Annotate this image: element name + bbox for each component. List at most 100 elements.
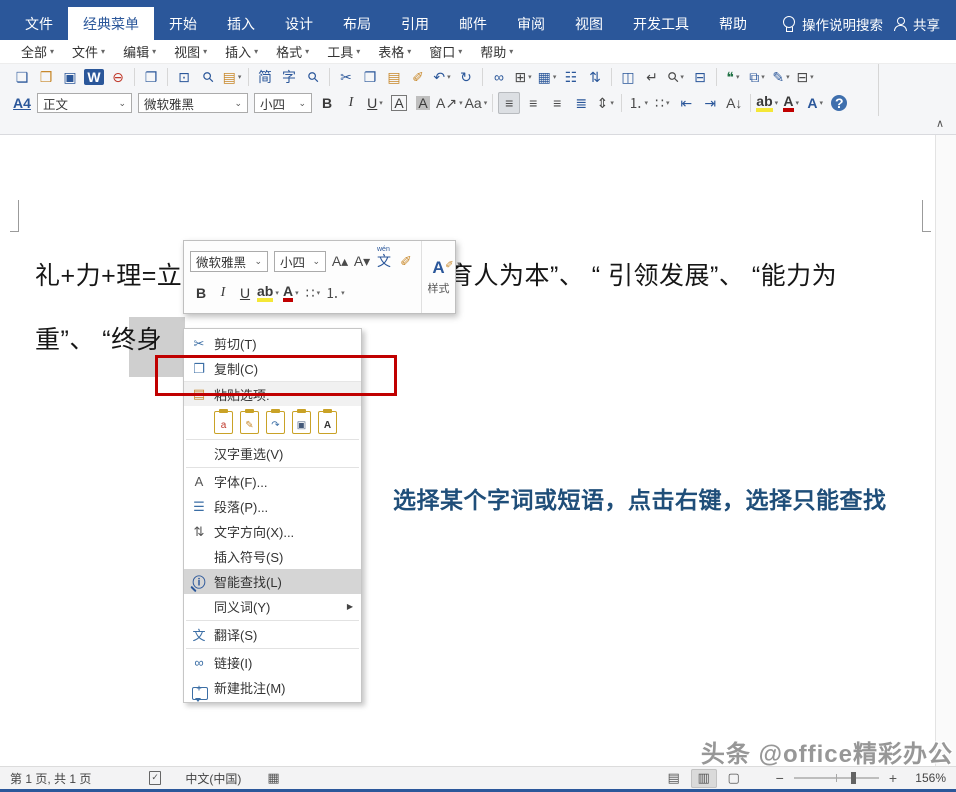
- tab-file[interactable]: 文件: [10, 7, 68, 40]
- zoom-slider-thumb[interactable]: [851, 772, 856, 784]
- paste-button[interactable]: ▤: [383, 66, 405, 88]
- text-direction-button[interactable]: ⇅: [584, 66, 606, 88]
- menu-format[interactable]: 格式▾: [267, 40, 318, 63]
- tab-design[interactable]: 设计: [270, 7, 328, 40]
- menu-item-smart-lookup[interactable]: ⓘ智能查找(L): [184, 569, 361, 594]
- spell-check-button[interactable]: 字: [278, 66, 300, 88]
- new-document-button[interactable]: ❏: [11, 66, 33, 88]
- menu-view[interactable]: 视图▾: [165, 40, 216, 63]
- zoom-level[interactable]: 156%: [902, 771, 946, 785]
- format-painter-button[interactable]: ✐: [407, 66, 429, 88]
- tab-classic-menu[interactable]: 经典菜单: [68, 7, 154, 40]
- decrease-indent-button[interactable]: ⇤: [675, 92, 697, 114]
- table-button[interactable]: ▦▾: [536, 66, 558, 88]
- increase-indent-button[interactable]: ⇥: [699, 92, 721, 114]
- bullets-button[interactable]: ∷▾: [303, 283, 323, 303]
- print-preview-button[interactable]: ⚲: [197, 66, 219, 88]
- font-size-select[interactable]: 小四 ⌄: [254, 93, 312, 113]
- paste-text-only[interactable]: A: [318, 411, 337, 434]
- menu-item-new-comment[interactable]: +新建批注(M): [184, 675, 361, 700]
- char-effects-button[interactable]: A▾: [804, 92, 826, 114]
- close-document-button[interactable]: ⊖: [107, 66, 129, 88]
- menu-item-translate[interactable]: 文翻译(S): [184, 622, 361, 647]
- tab-references[interactable]: 引用: [386, 7, 444, 40]
- menu-all[interactable]: 全部▾: [12, 40, 63, 63]
- zoom-in-button[interactable]: +: [884, 770, 902, 786]
- mini-font-size-select[interactable]: 小四 ⌄: [274, 251, 326, 272]
- menu-item-copy[interactable]: ❐复制(C): [184, 356, 361, 381]
- style-select[interactable]: 正文 ⌄: [37, 93, 132, 113]
- word-document-button[interactable]: W: [83, 66, 105, 88]
- paste-keep-source-formatting[interactable]: a: [214, 411, 233, 434]
- find-button[interactable]: ⚲: [302, 66, 324, 88]
- font-color-button[interactable]: A▾: [281, 283, 301, 303]
- menu-item-insert-symbol[interactable]: 插入符号(S): [184, 544, 361, 569]
- highlight-button[interactable]: ab▾: [756, 92, 778, 114]
- tab-insert[interactable]: 插入: [212, 7, 270, 40]
- undo-button[interactable]: ↶▾: [431, 66, 453, 88]
- nav-pane-button[interactable]: ◫: [617, 66, 639, 88]
- styles-gallery-button[interactable]: A4: [11, 92, 33, 114]
- menu-window[interactable]: 窗口▾: [420, 40, 471, 63]
- menu-item-text-direction[interactable]: ⇅文字方向(X)...: [184, 519, 361, 544]
- char-scale-button[interactable]: A↗▾: [436, 92, 463, 114]
- collapse-ribbon-button[interactable]: ∧: [936, 117, 944, 130]
- sort-button[interactable]: A↓: [723, 92, 745, 114]
- save-button[interactable]: ▣: [59, 66, 81, 88]
- new-comment-button[interactable]: ❝▾: [722, 66, 744, 88]
- tab-layout[interactable]: 布局: [328, 7, 386, 40]
- menu-insert[interactable]: 插入▾: [216, 40, 267, 63]
- cjk-convert-button[interactable]: 简: [254, 66, 276, 88]
- hyperlink-globe-button[interactable]: ∞: [488, 66, 510, 88]
- page-count-status[interactable]: 第 1 页, 共 1 页: [10, 770, 91, 787]
- menu-file[interactable]: 文件▾: [63, 40, 114, 63]
- menu-item-hanzi-reselect[interactable]: 汉字重选(V): [184, 441, 361, 466]
- redo-button[interactable]: ↻: [455, 66, 477, 88]
- cross-reference-button[interactable]: ↵: [641, 66, 663, 88]
- edit-document-button[interactable]: ✎▾: [770, 66, 792, 88]
- menu-item-synonyms[interactable]: 同义词(Y)▶: [184, 594, 361, 619]
- distribute-button[interactable]: ≣: [570, 92, 592, 114]
- menu-item-paragraph[interactable]: ☰段落(P)...: [184, 494, 361, 519]
- bold-button[interactable]: B: [316, 92, 338, 114]
- font-color-button[interactable]: A▾: [780, 92, 802, 114]
- tab-review[interactable]: 审阅: [502, 7, 560, 40]
- paste-picture[interactable]: ▣: [292, 411, 311, 434]
- align-left-button[interactable]: ≡: [498, 92, 520, 114]
- line-spacing-button[interactable]: ⇕▾: [594, 92, 616, 114]
- tab-home[interactable]: 开始: [154, 7, 212, 40]
- menu-tools[interactable]: 工具▾: [318, 40, 369, 63]
- vertical-scrollbar[interactable]: [935, 134, 956, 766]
- bold-button[interactable]: B: [191, 283, 211, 303]
- char-border-button[interactable]: A: [388, 92, 410, 114]
- tab-view[interactable]: 视图: [560, 7, 618, 40]
- borders-button[interactable]: ⊞▾: [512, 66, 534, 88]
- search-button[interactable]: ⚲▾: [665, 66, 687, 88]
- numbering-button[interactable]: ⒈▾: [325, 283, 345, 303]
- proofing-icon[interactable]: [149, 771, 161, 785]
- document-canvas[interactable]: 礼+力+理=立 育人为本”、 “ 引领发展”、 “能力为 重”、 “终身 选择某…: [0, 134, 956, 766]
- tell-me-search[interactable]: 操作说明搜索: [782, 7, 883, 40]
- menu-help[interactable]: 帮助▾: [471, 40, 522, 63]
- text-box-button[interactable]: ⊟▾: [794, 66, 816, 88]
- open-folder-button[interactable]: ❒: [35, 66, 57, 88]
- menu-table[interactable]: 表格▾: [369, 40, 420, 63]
- menu-edit[interactable]: 编辑▾: [114, 40, 165, 63]
- format-painter-button[interactable]: ✐: [396, 251, 416, 271]
- styles-button[interactable]: A✐▾ 样式: [421, 241, 455, 313]
- help-button[interactable]: ?: [828, 92, 850, 114]
- italic-button[interactable]: I: [213, 283, 233, 303]
- web-layout-button[interactable]: ▢: [721, 769, 747, 788]
- paste-merge-formatting[interactable]: ✎: [240, 411, 259, 434]
- copy-button[interactable]: ❐: [359, 66, 381, 88]
- language-status[interactable]: 中文(中国): [185, 770, 241, 787]
- share-button[interactable]: 共享: [893, 7, 940, 40]
- paste-link[interactable]: ↷: [266, 411, 285, 434]
- side-by-side-button[interactable]: ⊟: [689, 66, 711, 88]
- menu-item-link[interactable]: ∞链接(I): [184, 650, 361, 675]
- pages-button[interactable]: ⧉▾: [746, 66, 768, 88]
- shrink-font-button[interactable]: A▾: [352, 251, 372, 271]
- input-mode-icon[interactable]: ▦: [267, 770, 279, 786]
- underline-button[interactable]: U: [235, 283, 255, 303]
- bullets-button[interactable]: ∷▾: [651, 92, 673, 114]
